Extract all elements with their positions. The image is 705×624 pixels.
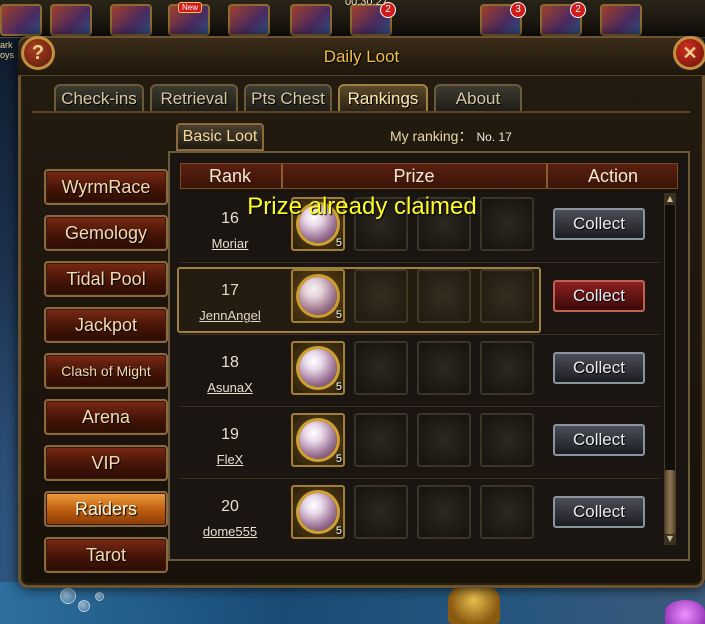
empty-prize-slot [480,485,534,539]
prize-claimed-notice: Prize already claimed [247,193,477,220]
help-button[interactable]: ? [21,36,55,70]
collect-button[interactable]: Collect [553,208,645,240]
pearl-icon [299,493,337,531]
tab-basic-loot[interactable]: Basic Loot [176,123,264,151]
event-icon-5[interactable] [228,4,270,36]
prize-item-slot[interactable]: 5 [291,341,345,395]
rank-number: 18 [221,354,239,371]
tab-retrieval[interactable]: Retrieval [150,84,238,112]
event-icon-7[interactable]: 2 [350,2,396,36]
pearl-icon [299,349,337,387]
rank-number: 20 [221,498,239,515]
empty-prize-slot [480,413,534,467]
player-name-link[interactable]: dome555 [180,524,280,539]
notification-badge: 3 [510,2,526,18]
prize-item-slot[interactable]: 5 [291,413,345,467]
empty-prize-slot [417,413,471,467]
tab-pts-chest[interactable]: Pts Chest [244,84,332,112]
empty-prize-slot [480,341,534,395]
item-quantity: 5 [335,237,342,249]
tab-rankings[interactable]: Rankings [338,84,428,112]
sidebar-item-tarot[interactable]: Tarot [44,537,168,573]
event-icon-10[interactable] [600,4,642,36]
header-prize: Prize [393,166,435,186]
tab-check-ins[interactable]: Check-ins [54,84,144,112]
player-name-link[interactable]: Moriar [180,236,280,251]
item-quantity: 5 [335,525,342,537]
player-name-link[interactable]: AsunaX [180,380,280,395]
bubble-decoration [78,600,90,612]
event-icon-4[interactable]: New [168,2,210,36]
header-action: Action [587,166,639,186]
empty-prize-slot [417,269,471,323]
event-icon-6[interactable] [290,4,332,36]
sidebar-item-tidal-pool[interactable]: Tidal Pool [44,261,168,297]
event-icon-3[interactable] [110,4,152,36]
event-icon-2[interactable] [50,4,92,36]
collect-button[interactable]: Collect [553,496,645,528]
player-name-link[interactable]: JennAngel [180,308,280,323]
prize-item-slot[interactable]: 5 [291,269,345,323]
prize-item-slot[interactable]: 5 [291,485,345,539]
row-divider [180,406,660,407]
sidebar-item-gemology[interactable]: Gemology [44,215,168,251]
sidebar-item-clash-of-might[interactable]: Clash of Might [44,353,168,389]
tabs-divider [32,111,690,113]
new-tag: New [178,2,203,13]
event-icon-1[interactable] [0,4,42,36]
empty-prize-slot [354,485,408,539]
tab-about[interactable]: About [434,84,522,112]
empty-prize-slot [354,269,408,323]
scroll-up-arrow-icon[interactable]: ▲ [664,193,676,205]
event-timer: 00:30:27 [345,0,388,8]
notification-badge: 2 [570,2,586,18]
item-quantity: 5 [335,453,342,465]
scrollbar-thumb[interactable] [665,470,675,534]
sidebar-item-jackpot[interactable]: Jackpot [44,307,168,343]
dialog-title: Daily Loot [323,47,400,66]
row-divider [180,262,660,263]
rank-number: 17 [221,282,239,299]
header-rank: Rank [208,166,252,186]
empty-prize-slot [354,413,408,467]
sidebar-item-arena[interactable]: Arena [44,399,168,435]
close-button[interactable]: ✕ [673,36,705,70]
sidebar-item-vip[interactable]: VIP [44,445,168,481]
row-divider [180,478,660,479]
bubble-decoration [60,588,76,604]
my-ranking: My ranking： No. 17 [390,126,512,146]
rank-number: 19 [221,426,239,443]
player-name-link[interactable]: FleX [180,452,280,467]
top-left-label: ark oys [0,40,15,60]
my-ranking-label: My ranking： [390,128,473,144]
sidebar-item-raiders[interactable]: Raiders [44,491,168,527]
purple-orb-icon [665,600,705,624]
empty-prize-slot [417,341,471,395]
golden-statue-icon [448,584,500,624]
row-divider [180,334,660,335]
event-icon-8[interactable]: 3 [480,2,526,36]
empty-prize-slot [480,269,534,323]
item-quantity: 5 [335,381,342,393]
my-ranking-value: No. 17 [476,130,512,144]
scroll-down-arrow-icon[interactable]: ▼ [664,533,676,545]
pearl-icon [299,277,337,315]
item-quantity: 5 [335,309,342,321]
empty-prize-slot [354,341,408,395]
sidebar-item-wyrmrace[interactable]: WyrmRace [44,169,168,205]
event-icon-9[interactable]: 2 [540,2,586,36]
collect-button[interactable]: Collect [553,424,645,456]
collect-button[interactable]: Collect [553,280,645,312]
bubble-decoration [95,592,104,601]
game-background-sea [0,582,705,624]
collect-button[interactable]: Collect [553,352,645,384]
pearl-icon [299,421,337,459]
empty-prize-slot [417,485,471,539]
